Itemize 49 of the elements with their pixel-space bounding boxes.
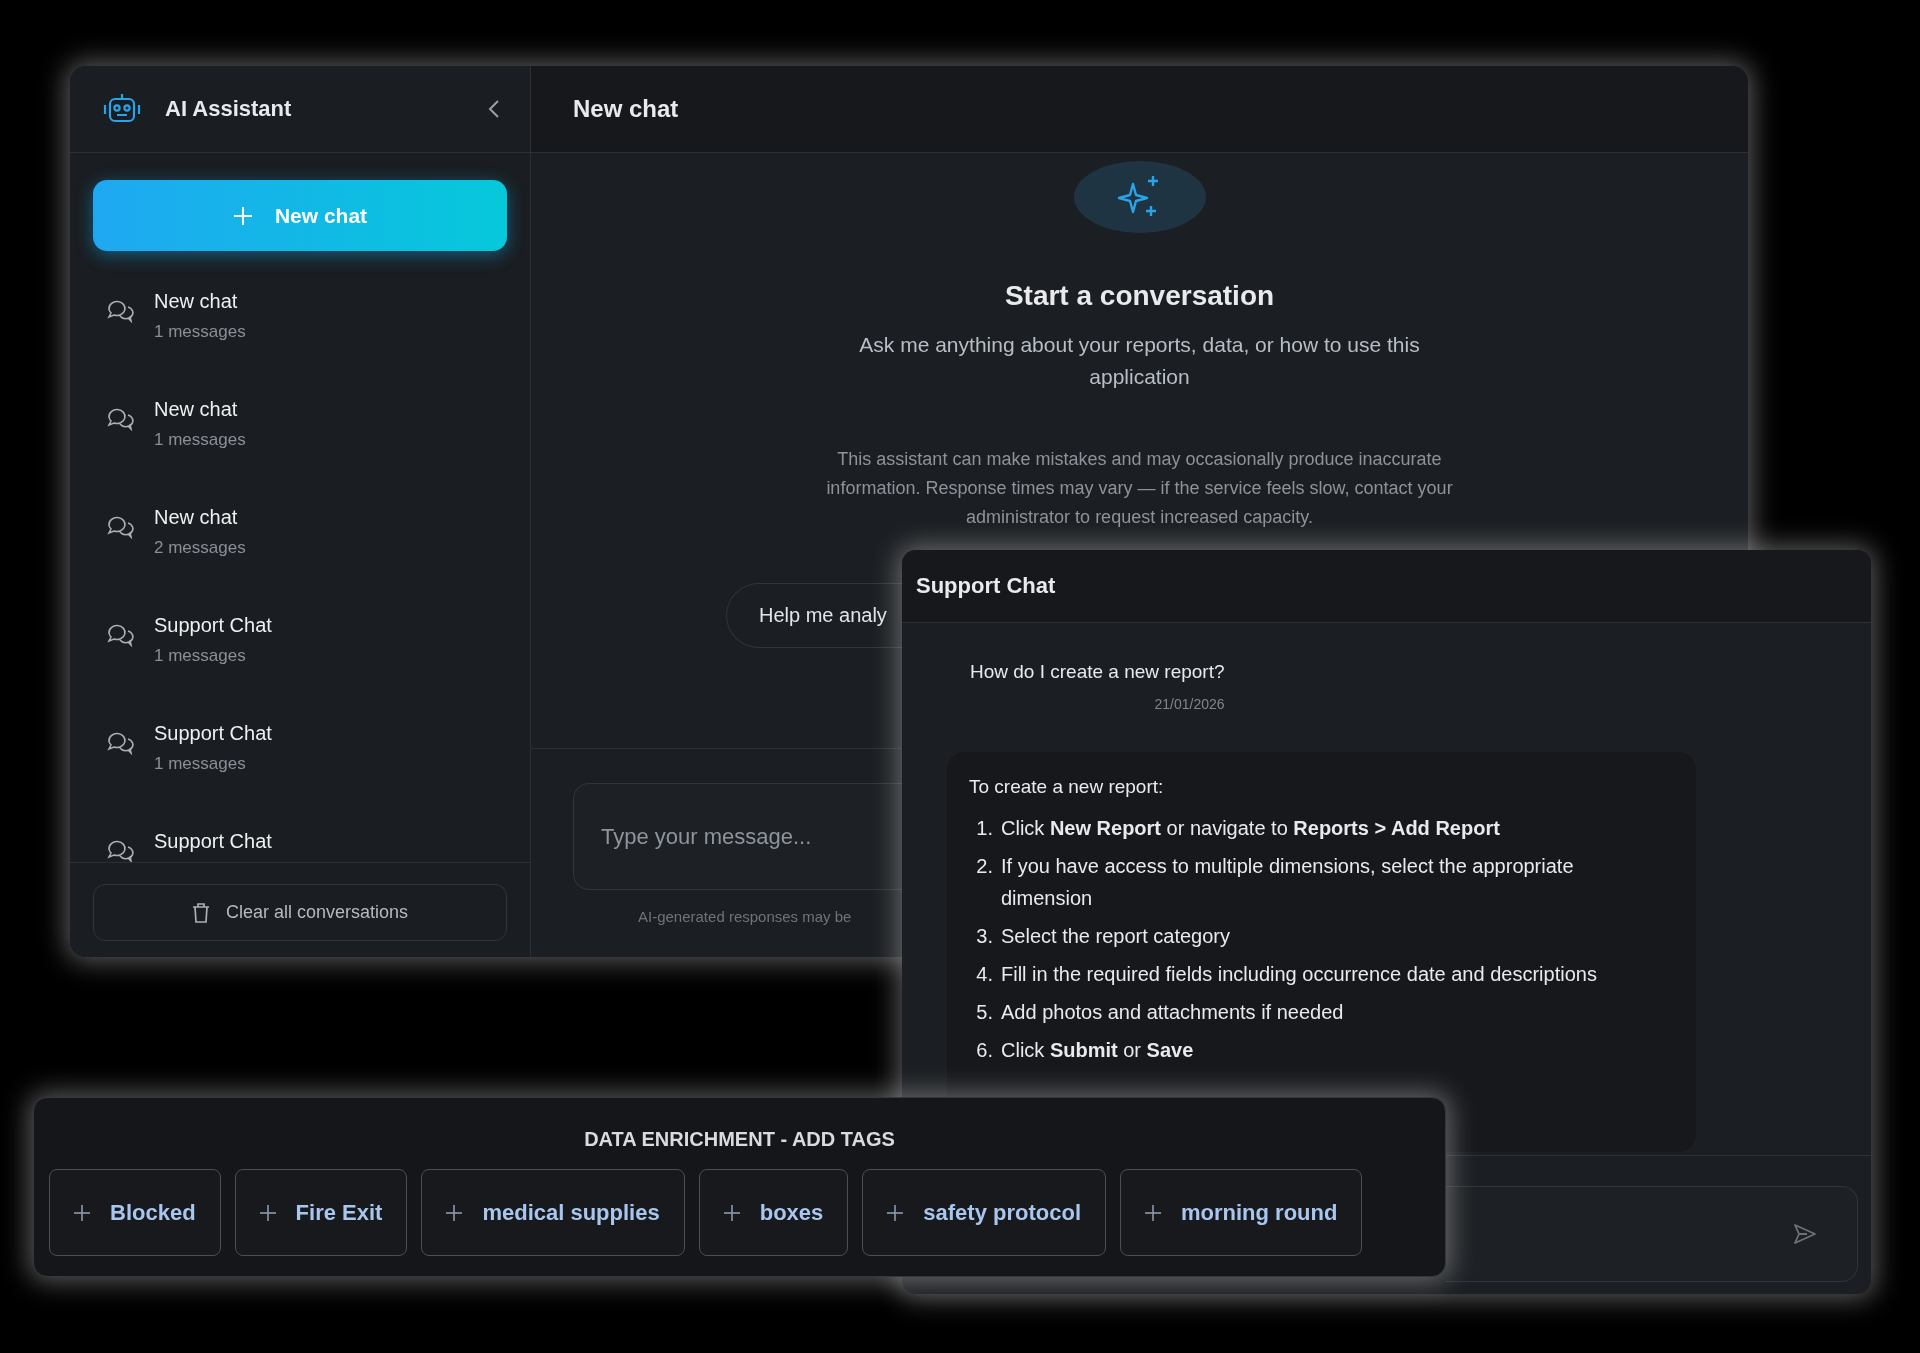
step-text: Add photos and attachments if needed bbox=[1001, 1000, 1344, 1025]
conversation-title: New chat bbox=[154, 505, 239, 529]
add-tag-button[interactable]: medical supplies bbox=[421, 1169, 685, 1256]
step-number: 2. bbox=[975, 854, 993, 879]
empty-state-heading: Start a conversation bbox=[1004, 279, 1275, 313]
message-date: 21/01/2026 bbox=[1154, 696, 1225, 712]
conversation-item[interactable]: New chat 1 messages bbox=[70, 269, 530, 377]
conversation-title: New chat bbox=[154, 397, 239, 421]
step-text: Fill in the required fields including occurrence date and descriptions bbox=[1001, 962, 1597, 987]
answer-intro: To create a new report: bbox=[969, 775, 1165, 799]
step-number: 6. bbox=[975, 1038, 993, 1063]
conversation-title: New chat bbox=[154, 289, 239, 313]
add-tag-button[interactable]: boxes bbox=[698, 1169, 849, 1256]
step-number: 1. bbox=[975, 816, 993, 841]
suggestion-chip[interactable]: Help me analy bbox=[726, 583, 902, 648]
step-number: 3. bbox=[975, 924, 993, 949]
conversation-title: Support Chat bbox=[154, 829, 272, 853]
add-tag-button[interactable]: Blocked bbox=[49, 1169, 221, 1256]
step-text: Select the report category bbox=[1001, 924, 1230, 949]
conversation-item[interactable]: Support Chat bbox=[70, 809, 530, 862]
conversation-item[interactable]: Support Chat 1 messages bbox=[70, 701, 530, 809]
disclaimer-text: This assistant can make mistakes and may occasionally produce inaccurate information. Response times may vary — if the service feels slow, contact your administrator to request increased capacity. bbox=[825, 448, 1454, 529]
message-count: 1 messages bbox=[154, 321, 246, 343]
conversation-item[interactable]: New chat 2 messages bbox=[70, 485, 530, 593]
step-text: If you have access to multiple dimensions, select the appropriate dimension bbox=[1001, 854, 1575, 911]
message-input-field[interactable]: Type your message... bbox=[573, 783, 902, 890]
conversation-item[interactable]: New chat 1 messages bbox=[70, 377, 530, 485]
support-chat-title: Support Chat bbox=[916, 573, 1056, 599]
conversation-title: Support Chat bbox=[154, 613, 272, 637]
add-tag-button[interactable]: safety protocol bbox=[862, 1169, 1106, 1256]
message-count: 1 messages bbox=[154, 645, 247, 667]
step-text: Click Submit or Save bbox=[1001, 1038, 1194, 1063]
user-message: How do I create a new report? bbox=[970, 660, 1225, 684]
conversation-title: Support Chat bbox=[154, 721, 272, 745]
tags-panel-title: DATA ENRICHMENT - ADD TAGS bbox=[583, 1128, 896, 1151]
step-number: 4. bbox=[975, 962, 993, 987]
add-tag-button[interactable]: Fire Exit bbox=[234, 1169, 408, 1256]
step-text: Click New Report or navigate to Reports > Add Report bbox=[1001, 816, 1500, 841]
chat-title: New chat bbox=[573, 95, 679, 123]
message-count: 1 messages bbox=[154, 429, 246, 451]
empty-state-subtitle: Ask me anything about your reports, data, or how to use this application bbox=[858, 332, 1421, 390]
clear-conversations-button[interactable]: Clear all conversations bbox=[93, 884, 507, 941]
add-tag-button[interactable]: morning round bbox=[1120, 1169, 1363, 1256]
conversation-item[interactable]: Support Chat 1 messages bbox=[70, 593, 530, 701]
app-title: AI Assistant bbox=[165, 96, 293, 122]
footer-note: AI-generated responses may be bbox=[638, 908, 853, 925]
message-count: 2 messages bbox=[154, 537, 246, 559]
step-number: 5. bbox=[975, 1000, 993, 1025]
message-count: 1 messages bbox=[154, 753, 247, 775]
